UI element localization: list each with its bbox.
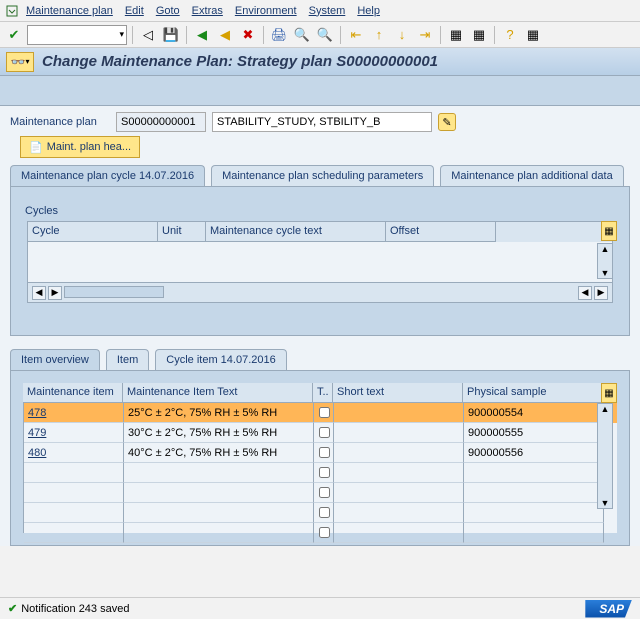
maint-plan-label: Maintenance plan [10, 116, 110, 128]
sample-cell: 900000555 [464, 423, 604, 443]
table-row[interactable]: 480 40°C ± 2°C, 75% RH ± 5% RH 900000556 [24, 443, 617, 463]
maint-item-link[interactable]: 479 [28, 427, 46, 439]
menu-system[interactable]: System [309, 5, 346, 17]
col-item-text: Maintenance Item Text [123, 383, 313, 403]
find-next-icon[interactable]: 🔍 [315, 25, 335, 45]
item-text-cell: 40°C ± 2°C, 75% RH ± 5% RH [124, 443, 314, 463]
maint-item-link[interactable]: 478 [28, 407, 46, 419]
cycles-label: Cycles [25, 205, 621, 217]
menu-edit[interactable]: Edit [125, 5, 144, 17]
grid-settings-icon[interactable]: ▦ [601, 221, 617, 241]
col-cycle: Cycle [28, 222, 158, 242]
col-t: T.. [313, 383, 333, 403]
exit-icon[interactable]: ◀ [215, 25, 235, 45]
col-sample: Physical sample [463, 383, 603, 403]
find-icon[interactable]: 🔍 [292, 25, 312, 45]
tab-scheduling[interactable]: Maintenance plan scheduling parameters [211, 165, 434, 187]
cancel-icon[interactable]: ✖ [238, 25, 258, 45]
col-short: Short text [333, 383, 463, 403]
cycles-vscroll[interactable]: ▲▼ [597, 243, 613, 279]
command-field[interactable]: ▾ [27, 25, 127, 45]
maint-plan-header-button[interactable]: 📄Maint. plan hea... [20, 136, 140, 158]
shortcut-icon[interactable]: ▦ [469, 25, 489, 45]
menu-goto[interactable]: Goto [156, 5, 180, 17]
session-icon[interactable]: ▦ [446, 25, 466, 45]
menu-icon[interactable] [4, 3, 20, 19]
prev-page-icon[interactable]: ↑ [369, 25, 389, 45]
edit-icon[interactable]: ✎ [438, 113, 456, 131]
scroll-right2-icon[interactable]: ▶ [594, 286, 608, 300]
plan-text-field[interactable]: STABILITY_STUDY, STBILITY_B [212, 112, 432, 132]
maint-item-link[interactable]: 480 [28, 447, 46, 459]
sap-logo: SAP [585, 600, 632, 618]
tab-additional[interactable]: Maintenance plan additional data [440, 165, 623, 187]
status-ok-icon: ✔ [8, 602, 17, 615]
short-text-cell [334, 403, 464, 423]
save-icon[interactable]: 💾 [161, 25, 181, 45]
help-icon[interactable]: ? [500, 25, 520, 45]
back2-icon[interactable]: ◀ [192, 25, 212, 45]
ok-icon[interactable]: ✔ [4, 25, 24, 45]
last-page-icon[interactable]: ⇥ [415, 25, 435, 45]
back-icon[interactable]: ◁ [138, 25, 158, 45]
next-page-icon[interactable]: ↓ [392, 25, 412, 45]
scroll-left2-icon[interactable]: ◀ [578, 286, 592, 300]
menu-help[interactable]: Help [357, 5, 380, 17]
item-checkbox[interactable] [314, 443, 334, 463]
plan-number-field: S00000000001 [116, 112, 206, 132]
table-row[interactable] [24, 523, 617, 543]
tab-item-overview[interactable]: Item overview [10, 349, 100, 371]
col-offset: Offset [386, 222, 496, 242]
item-text-cell: 25°C ± 2°C, 75% RH ± 5% RH [124, 403, 314, 423]
item-checkbox[interactable] [314, 403, 334, 423]
menu-extras[interactable]: Extras [192, 5, 223, 17]
menu-maintenance-plan[interactable]: Maintenance plan [26, 5, 113, 17]
print-icon[interactable]: 🖨 [269, 25, 289, 45]
sample-cell: 900000556 [464, 443, 604, 463]
short-text-cell [334, 423, 464, 443]
scroll-left-icon[interactable]: ◀ [32, 286, 46, 300]
menu-environment[interactable]: Environment [235, 5, 297, 17]
item-checkbox[interactable] [314, 423, 334, 443]
item-text-cell: 30°C ± 2°C, 75% RH ± 5% RH [124, 423, 314, 443]
col-cycle-text: Maintenance cycle text [206, 222, 386, 242]
first-page-icon[interactable]: ⇤ [346, 25, 366, 45]
table-row[interactable]: 478 25°C ± 2°C, 75% RH ± 5% RH 900000554 [24, 403, 617, 423]
cycles-grid-body[interactable] [28, 242, 612, 282]
sample-cell: 900000554 [464, 403, 604, 423]
col-unit: Unit [158, 222, 206, 242]
tab-cycle[interactable]: Maintenance plan cycle 14.07.2016 [10, 165, 205, 187]
scroll-right-icon[interactable]: ▶ [48, 286, 62, 300]
title-button[interactable]: 👓▾ [6, 52, 34, 72]
table-row[interactable]: 479 30°C ± 2°C, 75% RH ± 5% RH 900000555 [24, 423, 617, 443]
items-settings-icon[interactable]: ▦ [601, 383, 617, 403]
page-title: Change Maintenance Plan: Strategy plan S… [42, 53, 438, 70]
table-row[interactable] [24, 503, 617, 523]
table-row[interactable] [24, 483, 617, 503]
tab-item[interactable]: Item [106, 349, 149, 371]
status-text: Notification 243 saved [21, 603, 129, 615]
col-maint-item: Maintenance item [23, 383, 123, 403]
tab-cycle-item[interactable]: Cycle item 14.07.2016 [155, 349, 286, 371]
items-vscroll[interactable]: ▲▼ [597, 403, 613, 509]
table-row[interactable] [24, 463, 617, 483]
short-text-cell [334, 443, 464, 463]
layout-icon[interactable]: ▦ [523, 25, 543, 45]
